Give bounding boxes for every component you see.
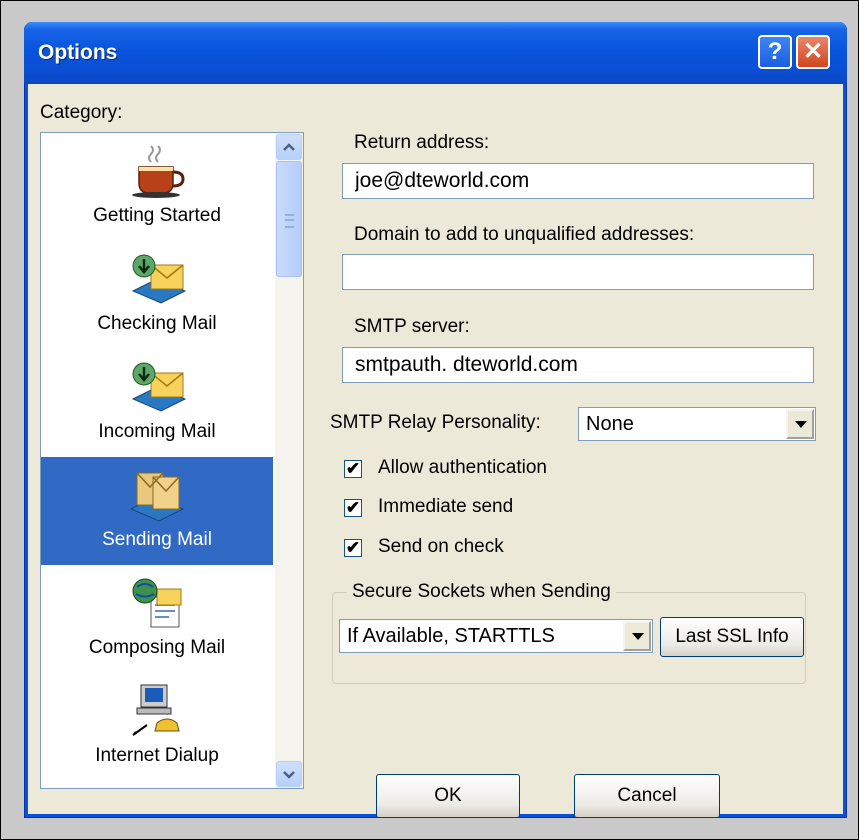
category-item-composing-mail[interactable]: Composing Mail <box>41 565 273 673</box>
relay-personality-label: SMTP Relay Personality: <box>330 412 541 433</box>
category-item-label: Sending Mail <box>102 529 212 550</box>
ssl-group-title: Secure Sockets when Sending <box>347 581 616 603</box>
smtp-server-label: SMTP server: <box>354 316 470 337</box>
chevron-up-icon <box>283 143 295 151</box>
return-address-input[interactable] <box>342 163 814 199</box>
category-item-getting-started[interactable]: Getting Started <box>41 133 273 241</box>
chevron-down-icon <box>283 771 295 779</box>
category-item-label: Incoming Mail <box>98 421 216 442</box>
sending-mail-icon <box>129 472 185 522</box>
checking-mail-icon <box>131 254 187 304</box>
domain-label: Domain to add to unqualified addresses: <box>354 224 695 245</box>
category-item-sending-mail[interactable]: Sending Mail <box>41 457 273 565</box>
dropdown-arrow-icon[interactable] <box>623 621 651 651</box>
cancel-button[interactable]: Cancel <box>574 774 720 818</box>
window-title: Options <box>38 41 118 64</box>
close-button[interactable]: ✕ <box>796 35 830 69</box>
ssl-mode-select[interactable]: If Available, STARTTLS <box>339 619 653 653</box>
incoming-mail-icon <box>131 362 187 412</box>
send-on-check-label: Send on check <box>378 536 504 557</box>
scroll-up-button[interactable] <box>276 134 302 160</box>
smtp-server-input[interactable] <box>342 347 814 383</box>
options-dialog: Options ? ✕ Category: Getting Started Ch… <box>24 22 847 818</box>
title-bar[interactable]: Options ? ✕ <box>24 22 847 84</box>
send-on-check-checkbox[interactable]: ✔ <box>344 539 362 557</box>
ssl-mode-value: If Available, STARTTLS <box>347 625 555 647</box>
scroll-thumb[interactable] <box>276 161 302 277</box>
return-address-label: Return address: <box>354 132 490 153</box>
coffee-cup-icon <box>132 145 185 198</box>
relay-personality-select[interactable]: None <box>578 407 816 441</box>
composing-mail-icon <box>132 578 182 628</box>
help-button[interactable]: ? <box>758 35 792 69</box>
immediate-send-label: Immediate send <box>378 496 514 517</box>
dialog-client-area: Category: Getting Started Checking Mail … <box>28 84 843 818</box>
relay-personality-value: None <box>586 413 634 435</box>
allow-authentication-checkbox[interactable]: ✔ <box>344 460 362 478</box>
category-item-label: Internet Dialup <box>95 745 219 766</box>
dialup-computer-icon <box>132 684 180 736</box>
category-items: Getting Started Checking Mail Incoming M… <box>41 133 273 781</box>
scroll-down-button[interactable] <box>276 761 302 787</box>
last-ssl-info-button[interactable]: Last SSL Info <box>660 617 804 657</box>
ssl-groupbox: Secure Sockets when Sending If Available… <box>332 581 806 684</box>
category-item-internet-dialup[interactable]: Internet Dialup <box>41 673 273 781</box>
immediate-send-checkbox[interactable]: ✔ <box>344 499 362 517</box>
domain-input[interactable] <box>342 254 814 290</box>
category-item-label: Composing Mail <box>88 637 226 658</box>
ok-button[interactable]: OK <box>376 774 520 818</box>
category-item-checking-mail[interactable]: Checking Mail <box>41 241 273 349</box>
dropdown-arrow-icon[interactable] <box>786 409 814 439</box>
allow-authentication-label: Allow authentication <box>378 457 547 478</box>
grip-icon <box>285 214 294 228</box>
category-scrollbar[interactable] <box>275 133 303 788</box>
category-label: Category: <box>40 102 123 123</box>
category-list[interactable]: Getting Started Checking Mail Incoming M… <box>40 132 304 789</box>
category-item-incoming-mail[interactable]: Incoming Mail <box>41 349 273 457</box>
category-item-label: Checking Mail <box>97 313 217 334</box>
category-item-label: Getting Started <box>93 205 221 226</box>
